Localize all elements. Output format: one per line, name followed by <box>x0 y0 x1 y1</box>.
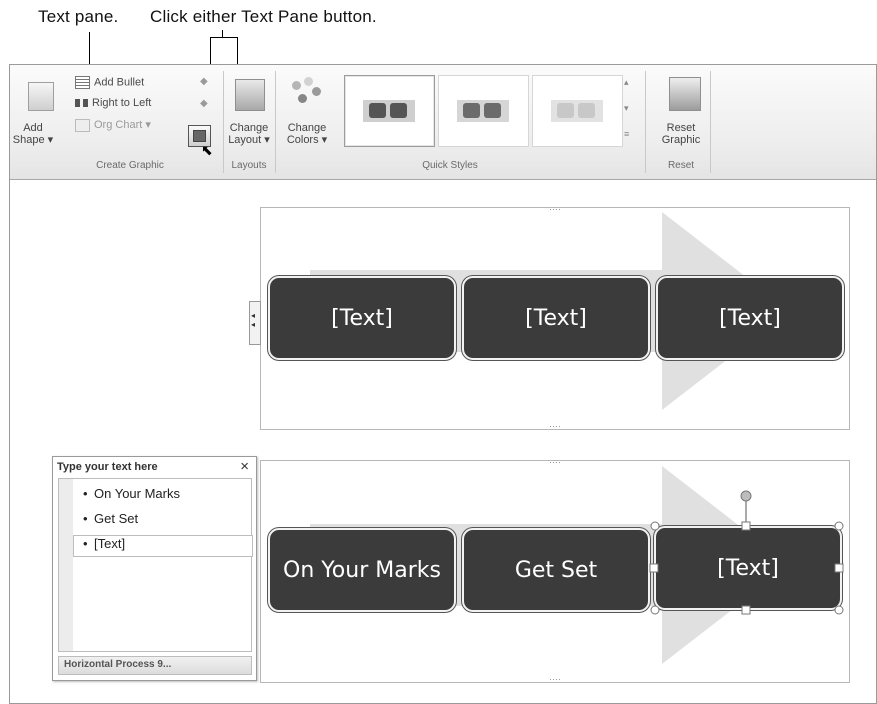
frame-handle: ···· <box>549 421 561 431</box>
layout-name-label: Horizontal Process 9... <box>64 659 172 670</box>
group-separator <box>223 71 224 173</box>
resize-handle <box>650 521 660 531</box>
group-separator <box>645 71 646 173</box>
change-colors-icon <box>290 77 324 109</box>
resize-handle <box>834 605 844 615</box>
resize-handle <box>650 605 660 615</box>
add-shape-button[interactable]: Add Shape ▾ <box>10 122 56 146</box>
callout-text-pane: Text pane. <box>38 7 119 26</box>
rotation-handle <box>740 490 752 502</box>
quick-style-2[interactable] <box>438 75 529 147</box>
text-pane-gutter <box>59 479 73 651</box>
layouts-group-label: Layouts <box>231 160 267 171</box>
frame-handle: ···· <box>549 674 561 684</box>
add-bullet-icon <box>75 76 90 89</box>
reset-graphic-icon <box>669 77 701 111</box>
smartart-design-ribbon: Add Shape ▾ Add Bullet Right to Left Org… <box>10 65 876 180</box>
add-bullet-button[interactable]: Add Bullet <box>75 76 144 89</box>
group-separator <box>710 71 711 173</box>
gallery-scroll-up-icon[interactable]: ▴ <box>624 77 629 88</box>
smartart-shape[interactable]: [Text] <box>268 276 456 360</box>
right-to-left-icon <box>75 99 88 108</box>
text-pane: Type your text here × • On Your Marks • … <box>52 456 257 681</box>
add-bullet-label: Add Bullet <box>94 76 145 89</box>
text-pane-item[interactable]: [Text] <box>94 536 125 551</box>
quick-style-3[interactable] <box>532 75 623 147</box>
smartart-shape[interactable]: [Text] <box>462 276 650 360</box>
add-shape-label: Add Shape <box>12 122 45 146</box>
leader-line-bracket-mid <box>222 30 223 37</box>
change-layout-button[interactable]: Change Layout ▾ <box>226 122 272 146</box>
text-pane-item[interactable]: On Your Marks <box>94 486 180 501</box>
change-colors-button[interactable]: Change Colors ▾ <box>284 122 330 146</box>
change-layout-icon <box>235 79 265 111</box>
org-chart-button[interactable]: Org Chart ▾ <box>75 118 151 132</box>
org-chart-icon <box>75 118 90 132</box>
text-pane-tab-button[interactable]: ◂ ◂ <box>249 301 261 345</box>
resize-handle <box>741 521 751 531</box>
selection-handles <box>649 490 844 615</box>
gallery-scroll-down-icon[interactable]: ▾ <box>624 103 629 114</box>
bullet-icon: • <box>83 486 88 501</box>
demote-icon[interactable]: ◆ <box>200 98 208 109</box>
change-layout-label: Change Layout <box>228 122 269 146</box>
expand-icon: ◂ ◂ <box>251 311 256 329</box>
mouse-pointer-icon: ⬉ <box>201 142 213 158</box>
quick-style-1[interactable] <box>344 75 435 147</box>
org-chart-label: Org Chart <box>94 119 143 131</box>
reset-graphic-button[interactable]: Reset Graphic <box>658 122 704 146</box>
gallery-more-icon[interactable]: ≡ <box>624 129 629 139</box>
resize-handle <box>834 521 844 531</box>
reset-graphic-label: Reset Graphic <box>661 122 701 146</box>
smartart-shape[interactable]: [Text] <box>656 276 844 360</box>
callout-text-pane-button: Click either Text Pane button. <box>150 7 377 26</box>
text-pane-icon <box>193 130 206 142</box>
text-pane-item[interactable]: Get Set <box>94 511 138 526</box>
close-icon[interactable]: × <box>240 458 249 475</box>
right-to-left-button[interactable]: Right to Left <box>75 97 151 109</box>
group-separator <box>275 71 276 173</box>
quick-styles-group-label: Quick Styles <box>422 160 478 171</box>
text-pane-title: Type your text here <box>57 461 158 473</box>
smartart-shape[interactable]: On Your Marks <box>268 528 456 612</box>
leader-line-bracket-top <box>210 37 238 38</box>
reset-group-label: Reset <box>667 160 695 171</box>
layout-name-link[interactable]: Horizontal Process 9... <box>58 656 252 675</box>
promote-icon[interactable]: ◆ <box>200 76 208 87</box>
resize-handle <box>834 563 844 573</box>
resize-handle <box>741 605 751 615</box>
change-colors-label: Change Colors <box>286 122 327 146</box>
bullet-icon: • <box>83 511 88 526</box>
resize-handle <box>649 563 659 573</box>
bullet-icon: • <box>83 536 88 551</box>
create-graphic-group-label: Create Graphic <box>96 160 164 171</box>
add-shape-icon <box>28 82 54 111</box>
smartart-shape[interactable]: Get Set <box>462 528 650 612</box>
right-to-left-label: Right to Left <box>92 97 152 109</box>
text-pane-editor[interactable]: • On Your Marks • Get Set • [Text] <box>58 478 253 652</box>
